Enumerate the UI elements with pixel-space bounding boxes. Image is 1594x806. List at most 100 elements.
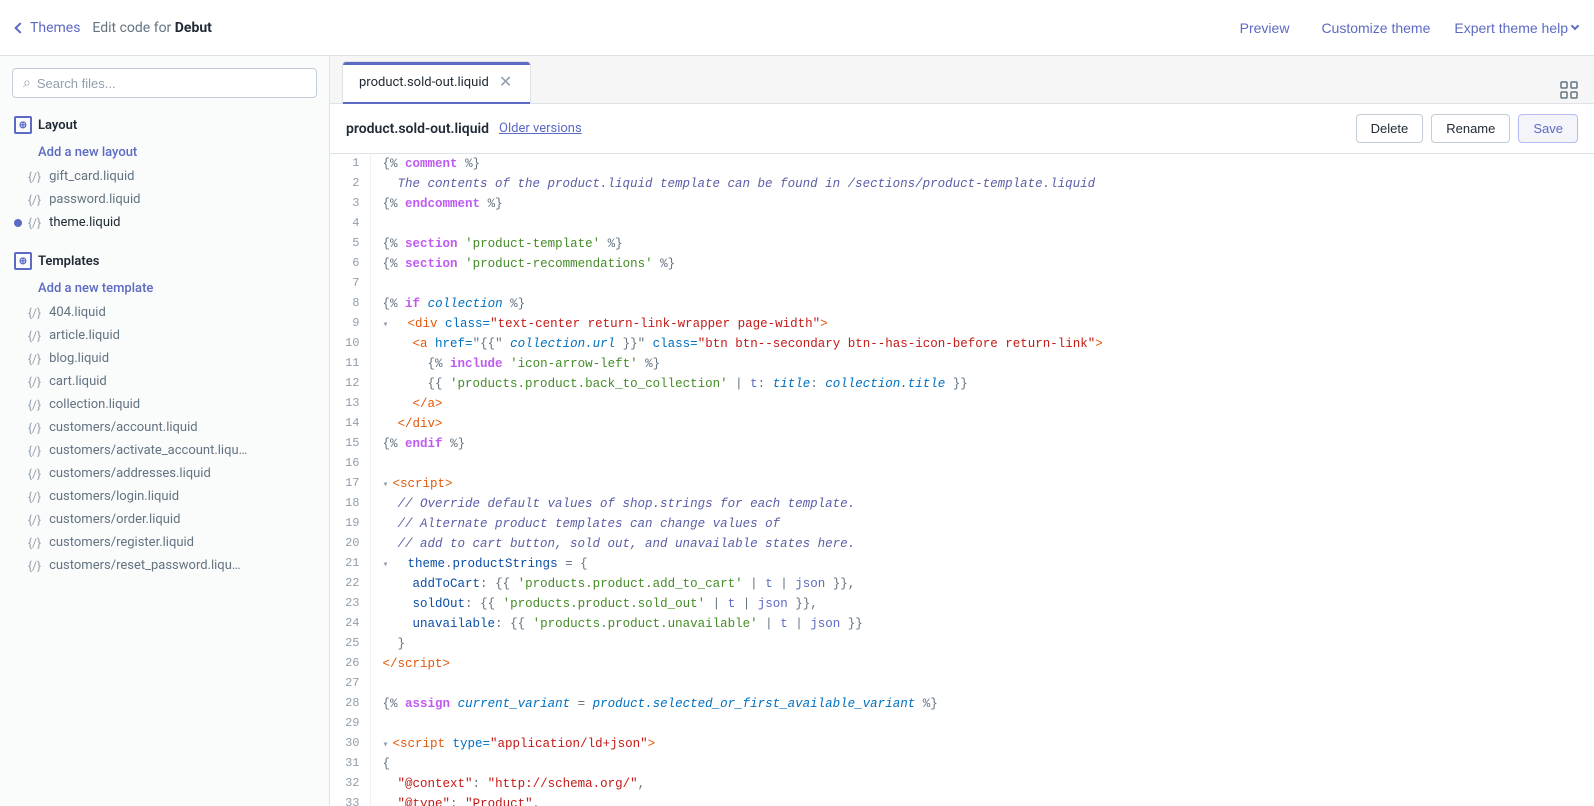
table-row: 8 {% if collection %}: [330, 294, 1594, 314]
item-indicator: [14, 516, 22, 524]
table-row: 29: [330, 714, 1594, 734]
item-indicator: [14, 401, 22, 409]
table-row: 2 The contents of the product.liquid tem…: [330, 174, 1594, 194]
table-row: 30 ▾<script type="application/ld+json">: [330, 734, 1594, 754]
table-row: 4: [330, 214, 1594, 234]
item-label: gift_card.liquid: [49, 169, 134, 184]
sidebar-item-password[interactable]: {/} password.liquid: [0, 188, 329, 211]
templates-section-header: ⊕ Templates: [0, 242, 329, 276]
chevron-left-icon: [14, 22, 25, 33]
older-versions-link[interactable]: Older versions: [499, 121, 582, 136]
fullscreen-icon: [1560, 81, 1578, 99]
item-label: password.liquid: [49, 192, 140, 207]
file-tab[interactable]: product.sold-out.liquid ✕: [342, 61, 531, 103]
preview-button[interactable]: Preview: [1232, 16, 1298, 40]
table-row: 28 {% assign current_variant = product.s…: [330, 694, 1594, 714]
themes-link[interactable]: Themes: [16, 20, 80, 36]
expert-label: Expert theme help: [1454, 20, 1568, 36]
themes-label: Themes: [30, 20, 80, 36]
table-row: 15 {% endif %}: [330, 434, 1594, 454]
save-button[interactable]: Save: [1518, 114, 1578, 143]
fullscreen-button[interactable]: [1556, 77, 1582, 103]
table-row: 20 // add to cart button, sold out, and …: [330, 534, 1594, 554]
add-layout-link[interactable]: Add a new layout: [0, 140, 329, 165]
item-indicator: [14, 447, 22, 455]
table-row: 16: [330, 454, 1594, 474]
table-row: 9 ▾ <div class="text-center return-link-…: [330, 314, 1594, 334]
table-row: 33 "@type": "Product",: [330, 794, 1594, 806]
table-row: 17 ▾<script>: [330, 474, 1594, 494]
item-label: customers/reset_password.liqu…: [49, 558, 240, 573]
add-template-link[interactable]: Add a new template: [0, 276, 329, 301]
tab-close-button[interactable]: ✕: [497, 75, 514, 91]
item-indicator: [14, 562, 22, 570]
table-row: 27: [330, 674, 1594, 694]
table-row: 26 </script>: [330, 654, 1594, 674]
edit-code-label: Edit code for Debut: [92, 20, 211, 36]
sidebar-item-customers-account[interactable]: {/} customers/account.liquid: [0, 416, 329, 439]
sidebar-item-login[interactable]: {/} customers/login.liquid: [0, 485, 329, 508]
table-row: 12 {{ 'products.product.back_to_collecti…: [330, 374, 1594, 394]
item-label: customers/addresses.liquid: [49, 466, 211, 481]
sidebar-item-theme[interactable]: {/} theme.liquid: [0, 211, 329, 234]
sidebar: ⌕ ⊕ Layout Add a new layout {/} gift_car…: [0, 56, 330, 806]
search-box: ⌕: [0, 56, 329, 106]
templates-section: ⊕ Templates Add a new template {/} 404.l…: [0, 242, 329, 585]
sidebar-item-order[interactable]: {/} customers/order.liquid: [0, 508, 329, 531]
layout-section: ⊕ Layout Add a new layout {/} gift_card.…: [0, 106, 329, 242]
rename-button[interactable]: Rename: [1431, 114, 1510, 143]
sidebar-item-addresses[interactable]: {/} customers/addresses.liquid: [0, 462, 329, 485]
item-label: cart.liquid: [49, 374, 107, 389]
item-label: article.liquid: [49, 328, 120, 343]
file-title: product.sold-out.liquid Older versions: [346, 121, 582, 137]
sidebar-item-gift-card[interactable]: {/} gift_card.liquid: [0, 165, 329, 188]
sidebar-item-cart[interactable]: {/} cart.liquid: [0, 370, 329, 393]
table-row: 22 addToCart: {{ 'products.product.add_t…: [330, 574, 1594, 594]
topbar-left: Themes Edit code for Debut: [16, 20, 212, 36]
sidebar-item-reset-password[interactable]: {/} customers/reset_password.liqu…: [0, 554, 329, 577]
item-indicator: [14, 309, 22, 317]
item-indicator: [14, 378, 22, 386]
table-row: 18 // Override default values of shop.st…: [330, 494, 1594, 514]
table-row: 10 <a href="{{" collection.url }}" class…: [330, 334, 1594, 354]
search-input[interactable]: [37, 76, 306, 91]
topbar: Themes Edit code for Debut Preview Custo…: [0, 0, 1594, 56]
table-row: 7: [330, 274, 1594, 294]
layout-section-icon: ⊕: [14, 116, 32, 134]
main-area: ⌕ ⊕ Layout Add a new layout {/} gift_car…: [0, 56, 1594, 806]
item-label: customers/activate_account.liqu…: [49, 443, 247, 458]
sidebar-item-404[interactable]: {/} 404.liquid: [0, 301, 329, 324]
sidebar-item-collection[interactable]: {/} collection.liquid: [0, 393, 329, 416]
tab-bar: product.sold-out.liquid ✕: [330, 56, 1594, 104]
editor-area: product.sold-out.liquid ✕ product.sold-o…: [330, 56, 1594, 806]
item-indicator: [14, 219, 22, 227]
sidebar-item-activate[interactable]: {/} customers/activate_account.liqu…: [0, 439, 329, 462]
file-header: product.sold-out.liquid Older versions D…: [330, 104, 1594, 154]
item-indicator: [14, 332, 22, 340]
sidebar-item-register[interactable]: {/} customers/register.liquid: [0, 531, 329, 554]
item-indicator: [14, 493, 22, 501]
item-label: collection.liquid: [49, 397, 140, 412]
tab-active-bar: [343, 62, 530, 65]
item-indicator: [14, 424, 22, 432]
table-row: 14 </div>: [330, 414, 1594, 434]
customize-theme-button[interactable]: Customize theme: [1313, 16, 1438, 40]
table-row: 32 "@context": "http://schema.org/",: [330, 774, 1594, 794]
delete-button[interactable]: Delete: [1356, 114, 1424, 143]
code-editor[interactable]: 1 {% comment %} 2 The contents of the pr…: [330, 154, 1594, 806]
topbar-right: Preview Customize theme Expert theme hel…: [1232, 16, 1578, 40]
sidebar-item-blog[interactable]: {/} blog.liquid: [0, 347, 329, 370]
sidebar-item-article[interactable]: {/} article.liquid: [0, 324, 329, 347]
table-row: 6 {% section 'product-recommendations' %…: [330, 254, 1594, 274]
search-icon: ⌕: [23, 75, 31, 91]
file-name: product.sold-out.liquid: [346, 121, 489, 137]
table-row: 13 </a>: [330, 394, 1594, 414]
expert-help-button[interactable]: Expert theme help: [1454, 20, 1578, 36]
tab-filename: product.sold-out.liquid: [359, 75, 489, 90]
item-label: customers/order.liquid: [49, 512, 180, 527]
chevron-down-icon: [1571, 22, 1579, 30]
table-row: 3 {% endcomment %}: [330, 194, 1594, 214]
search-input-wrap[interactable]: ⌕: [12, 68, 317, 98]
table-row: 1 {% comment %}: [330, 154, 1594, 174]
table-row: 21 ▾ theme.productStrings = {: [330, 554, 1594, 574]
